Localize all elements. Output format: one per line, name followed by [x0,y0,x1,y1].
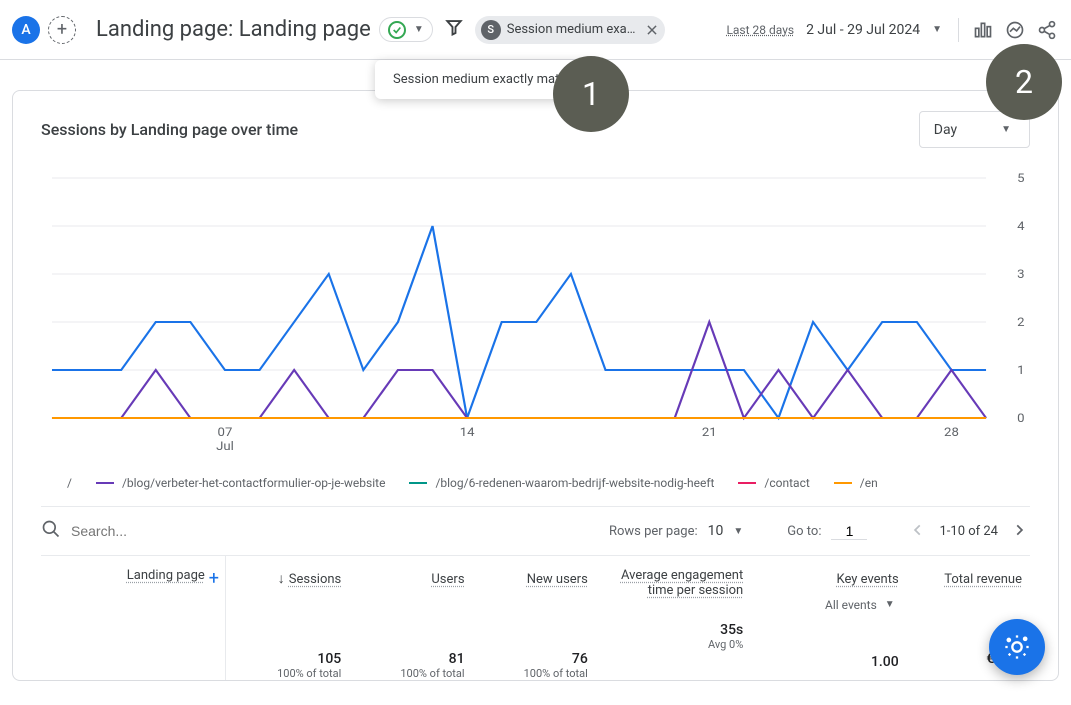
chevron-down-icon: ▼ [997,120,1015,139]
search-icon[interactable] [41,519,61,543]
data-table: Landing page + ↓ Sessions105100% of tota… [41,556,1030,680]
chevron-down-icon[interactable]: ▼ [928,20,946,39]
metric-column: ↓ Sessions 105100% of total [226,556,349,680]
date-range-value[interactable]: 2 Jul - 29 Jul 2024 [806,22,920,38]
page-title: Landing page: Landing page [96,17,371,42]
svg-text:2: 2 [1017,316,1024,330]
legend-item[interactable]: /blog/6-redenen-waarom-bedrijf-website-n… [409,476,714,490]
next-page-button[interactable] [1008,521,1030,542]
filter-chip-badge: S [481,20,501,40]
annotation-marker-1: 1 [553,56,629,132]
legend-item[interactable]: / [41,476,72,490]
metric-column: Key events All events ▼ 1.00 [751,556,906,680]
metric-column: Average engagement time per session 35sAv… [596,556,751,680]
filter-chip-label: Session medium exact... [507,22,639,37]
total-value: 81 [357,651,464,667]
column-header[interactable]: New users [527,572,588,587]
column-header[interactable]: Average engagement time per session [604,568,743,598]
column-header[interactable]: Total revenue [944,572,1022,587]
svg-text:28: 28 [944,426,959,440]
rows-per-page-select[interactable]: 10 ▼ [708,522,748,541]
avatar[interactable]: A [12,16,40,44]
svg-text:1: 1 [1017,364,1024,378]
rows-per-page-label: Rows per page: [609,524,698,539]
annotation-marker-2: 2 [986,44,1062,120]
close-icon[interactable] [645,23,659,37]
sort-arrow-icon: ↓ [278,571,285,587]
add-comparison-button[interactable]: + [48,16,76,44]
svg-text:07: 07 [218,426,233,440]
svg-text:Jul: Jul [216,440,234,454]
legend-item[interactable]: /blog/verbeter-het-contactformulier-op-j… [96,476,385,490]
granularity-value: Day [934,122,957,138]
svg-text:14: 14 [460,426,475,440]
total-sub: Avg 0% [604,638,743,651]
insights-icon[interactable] [1003,18,1027,42]
filter-icon[interactable] [445,18,463,41]
share-icon[interactable] [1035,18,1059,42]
goto-label: Go to: [787,524,821,539]
total-sub: 100% of total [481,667,588,680]
page-header: A + Landing page: Landing page ▼ S Sessi… [0,0,1071,60]
legend-item[interactable]: /en [834,476,878,490]
search-input[interactable] [71,523,271,539]
chevron-down-icon: ▼ [410,20,428,39]
column-header[interactable]: Key events [836,572,898,587]
chart-legend: / /blog/verbeter-het-contactformulier-op-… [41,468,1030,507]
line-chart[interactable]: 0 1 2 3 4 5 07Jul 14 21 28 [41,168,1030,458]
page-info: 1-10 of 24 [939,524,998,539]
filter-chip-session-medium[interactable]: S Session medium exact... [475,16,665,44]
svg-text:0: 0 [1017,412,1024,426]
total-value: 35s [604,622,743,638]
prev-page-button[interactable] [907,521,929,542]
date-range-label: Last 28 days [726,23,794,37]
metric-column: New users 76100% of total [473,556,596,680]
svg-text:21: 21 [702,426,717,440]
dimension-header[interactable]: Landing page [127,568,205,583]
customize-icon[interactable] [971,18,995,42]
total-sub: 100% of total [234,667,341,680]
column-header[interactable]: Users [431,572,464,587]
chart-title: Sessions by Landing page over time [41,120,298,139]
assistant-fab[interactable] [989,619,1045,675]
add-dimension-button[interactable]: + [209,568,219,589]
svg-text:5: 5 [1017,172,1024,186]
total-sub: 100% of total [357,667,464,680]
svg-text:3: 3 [1017,268,1024,282]
total-value: 105 [234,651,341,667]
status-badge[interactable]: ▼ [379,17,433,42]
check-circle-icon [388,21,406,39]
table-controls: Rows per page: 10 ▼ Go to: 1-10 of 24 [41,507,1030,556]
total-value: 76 [481,651,588,667]
svg-text:4: 4 [1017,220,1024,234]
column-sub-select[interactable]: All events ▼ [759,595,898,614]
metric-column: Users 81100% of total [349,556,472,680]
divider [958,18,959,42]
legend-item[interactable]: /contact [738,476,809,490]
goto-input[interactable] [831,523,867,540]
total-value: 1.00 [759,654,898,670]
chart-card: Sessions by Landing page over time Day ▼… [12,90,1059,681]
column-header[interactable]: Sessions [289,572,342,587]
chevron-down-icon: ▼ [729,522,747,541]
